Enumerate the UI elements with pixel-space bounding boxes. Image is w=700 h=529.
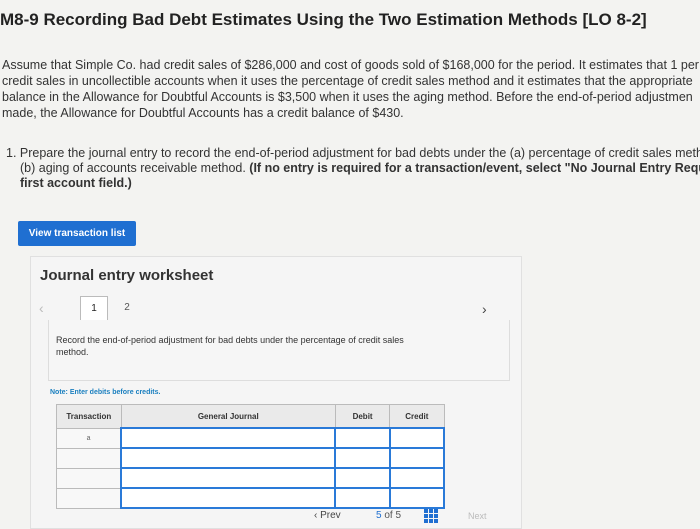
question-line-1: 1. Prepare the journal entry to record t…: [6, 146, 700, 160]
col-credit: Credit: [389, 404, 445, 429]
col-transaction: Transaction: [56, 404, 122, 429]
debit-input[interactable]: [334, 487, 391, 509]
next-button[interactable]: Next: [468, 511, 487, 521]
page-current: 5: [376, 510, 382, 521]
table-header-row: Transaction General Journal Debit Credit: [56, 404, 445, 429]
chevron-left-icon: ‹: [314, 510, 318, 521]
table-row: [56, 487, 446, 509]
note-text: Note: Enter debits before credits.: [50, 389, 161, 396]
transaction-cell: a: [56, 427, 122, 449]
prev-button[interactable]: ‹ Prev: [314, 510, 341, 521]
grid-icon[interactable]: [424, 509, 438, 523]
debit-input[interactable]: [334, 447, 391, 469]
transaction-cell: [56, 447, 122, 469]
tab-2[interactable]: 2: [116, 296, 138, 319]
question-line-3: first account field.): [20, 176, 132, 190]
account-input[interactable]: [120, 467, 337, 489]
question-line-2-plain: (b) aging of accounts receivable method.: [20, 161, 250, 175]
view-transaction-list-button[interactable]: View transaction list: [18, 221, 136, 246]
col-debit: Debit: [334, 404, 391, 429]
intro-line: Assume that Simple Co. had credit sales …: [2, 58, 699, 72]
tab-1[interactable]: 1: [80, 296, 108, 321]
intro-line: made, the Allowance for Doubtful Account…: [2, 106, 404, 120]
intro-line: credit sales in uncollectible accounts w…: [2, 74, 693, 88]
debit-input[interactable]: [334, 427, 391, 449]
page-indicator: 5 of 5: [376, 510, 401, 521]
instruction-text: Record the end-of-period adjustment for …: [56, 335, 404, 357]
table-row: [56, 467, 446, 489]
question-text: 1. Prepare the journal entry to record t…: [6, 146, 700, 191]
chevron-left-icon[interactable]: ‹: [39, 300, 44, 316]
account-input[interactable]: [120, 447, 337, 469]
credit-input[interactable]: [388, 447, 446, 469]
question-line-2-bold: (If no entry is required for a transacti…: [249, 161, 700, 175]
credit-input[interactable]: [388, 467, 446, 489]
table-row: a: [56, 427, 446, 449]
account-input[interactable]: [120, 487, 337, 509]
transaction-cell: [56, 467, 122, 489]
page-of: of: [384, 510, 393, 521]
prev-label: Prev: [320, 510, 341, 521]
credit-input[interactable]: [388, 427, 446, 449]
page-title: M8-9 Recording Bad Debt Estimates Using …: [0, 10, 647, 29]
debit-input[interactable]: [334, 467, 391, 489]
chevron-right-icon[interactable]: ›: [482, 301, 487, 317]
col-general-journal: General Journal: [120, 404, 336, 429]
table-row: [56, 447, 446, 469]
account-input[interactable]: [120, 427, 337, 449]
transaction-cell: [56, 487, 122, 509]
question-line-2: (b) aging of accounts receivable method.…: [6, 161, 700, 176]
credit-input[interactable]: [388, 487, 446, 509]
worksheet-title: Journal entry worksheet: [40, 267, 214, 284]
page-total: 5: [395, 510, 402, 521]
journal-table: Transaction General Journal Debit Credit…: [56, 404, 446, 509]
intro-line: balance in the Allowance for Doubtful Ac…: [2, 90, 693, 104]
problem-intro: Assume that Simple Co. had credit sales …: [2, 57, 700, 121]
